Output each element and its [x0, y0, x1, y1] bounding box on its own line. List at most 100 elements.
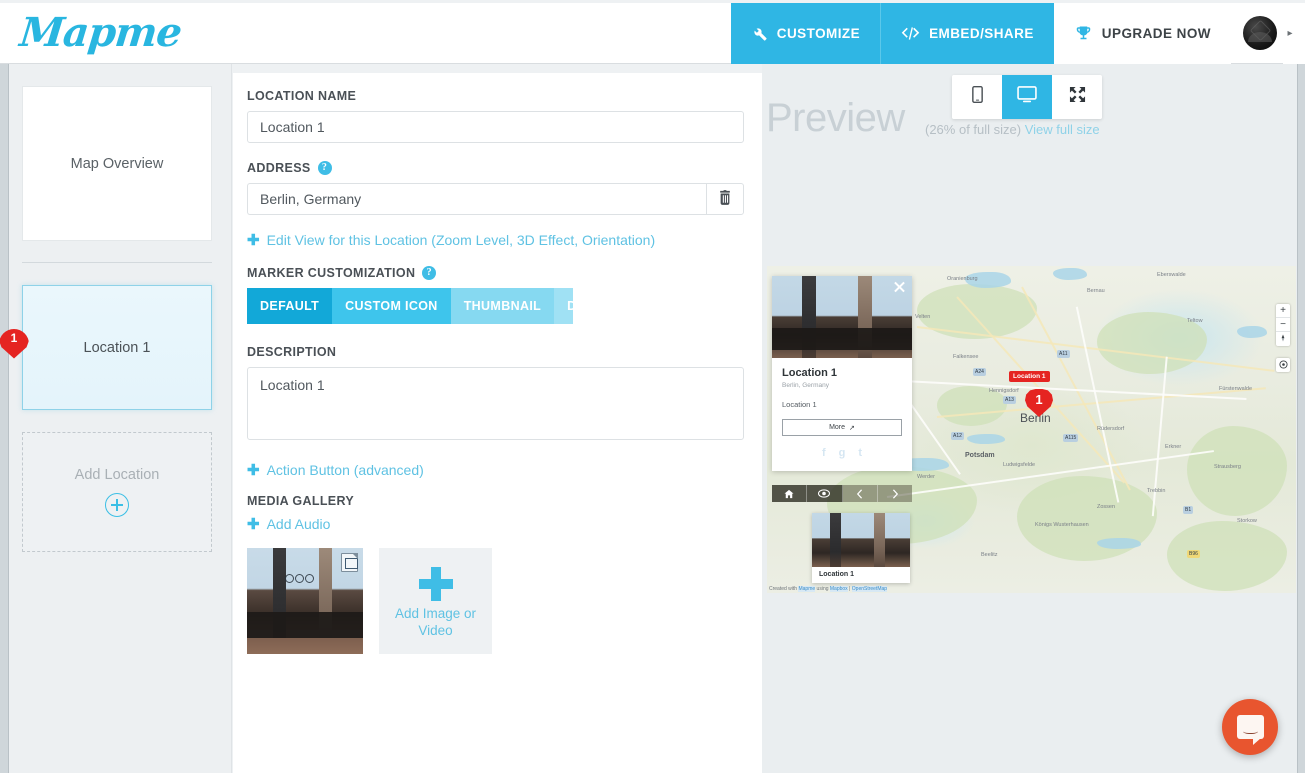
view-full-size-link[interactable]: View full size	[1025, 122, 1100, 137]
map-label: Werder	[917, 474, 935, 480]
media-thumbnail[interactable]	[247, 548, 363, 654]
media-gallery-label: MEDIA GALLERY	[247, 494, 745, 508]
visibility-button[interactable]	[807, 485, 843, 502]
map-label: Strausberg	[1214, 464, 1241, 470]
map-label: Oranienburg	[947, 276, 978, 282]
map-water	[1237, 326, 1267, 338]
address-help-icon[interactable]: ?	[317, 161, 332, 175]
popup-body: Location 1 Berlin, Germany Location 1 Mo…	[772, 358, 912, 471]
map-preview[interactable]: Berlin Potsdam Oranienburg Bernau Hennig…	[767, 266, 1296, 593]
prev-button[interactable]	[842, 485, 878, 502]
popup-description: Location 1	[782, 400, 817, 409]
desktop-icon	[1017, 86, 1037, 108]
eye-icon	[818, 489, 831, 498]
marker-help-icon[interactable]: ?	[422, 266, 437, 280]
action-button-link[interactable]: ✚ Action Button (advanced)	[247, 462, 745, 478]
map-popup-card[interactable]: Location 1 Berlin, Germany Location 1 Mo…	[772, 276, 912, 471]
map-marker-label: Location 1	[1009, 371, 1050, 382]
location-edit-form: LOCATION NAME ADDRESS ? ✚ Edit View for …	[233, 73, 762, 773]
attrib-mapme-link[interactable]: Mapme	[798, 586, 816, 592]
map-water	[1097, 538, 1141, 549]
geolocate-button[interactable]	[1276, 358, 1290, 372]
home-button[interactable]	[772, 485, 808, 502]
preview-scale-note: (26% of full size) View full size	[925, 122, 1100, 137]
map-canvas: Berlin Potsdam Oranienburg Bernau Hennig…	[767, 266, 1296, 593]
map-water	[967, 434, 1005, 444]
media-items-row: Add Image or Video	[247, 548, 745, 654]
map-attribution: Created with Mapme using Mapbox | OpenSt…	[769, 586, 888, 592]
embed-share-button[interactable]: EMBED/SHARE	[880, 3, 1054, 64]
logo[interactable]: Mapme	[0, 3, 184, 63]
popup-image	[772, 276, 912, 358]
right-scrollbar-rail[interactable]	[1297, 64, 1305, 773]
attrib-mapbox-link[interactable]: Mapbox	[829, 586, 848, 592]
smile-icon	[1242, 727, 1258, 734]
map-label: Hennigsdorf	[989, 388, 1019, 394]
tab-draw[interactable]: DRAW	[554, 288, 573, 324]
map-marker-number: 1	[1035, 392, 1043, 407]
address-label: ADDRESS ?	[247, 161, 745, 175]
next-button[interactable]	[877, 485, 912, 502]
map-zoom-controls: + −	[1276, 304, 1290, 346]
location-name-input[interactable]	[247, 111, 744, 143]
map-label: Königs Wusterhausen	[1035, 522, 1089, 528]
app-root: Mapme CUSTOMIZE EMBED/SHARE UPGRADE NOW …	[0, 0, 1305, 773]
add-image-or-video-button[interactable]: Add Image or Video	[379, 548, 492, 654]
popup-more-label: More	[829, 424, 846, 431]
sidebar-item-map-overview[interactable]: Map Overview	[22, 86, 212, 241]
upgrade-now-button[interactable]: UPGRADE NOW	[1053, 3, 1231, 64]
map-label: Teltow	[1187, 318, 1203, 324]
attrib-prefix: Created with	[769, 586, 798, 592]
attrib-separator: |	[849, 586, 851, 592]
popup-thumbnail-strip[interactable]: Location 1	[812, 513, 910, 583]
facebook-icon[interactable]: f	[822, 447, 826, 459]
view-mode-mobile[interactable]	[952, 75, 1002, 119]
customize-button[interactable]: CUSTOMIZE	[730, 3, 881, 64]
compass-icon	[1279, 333, 1287, 345]
olympic-rings-icon	[285, 574, 314, 583]
close-icon[interactable]	[893, 280, 906, 293]
location-pin-badge[interactable]: 1	[0, 328, 29, 367]
tab-custom-icon[interactable]: CUSTOM ICON	[332, 288, 451, 324]
delete-address-button[interactable]	[706, 183, 744, 215]
view-mode-desktop[interactable]	[1002, 75, 1052, 119]
tab-default[interactable]: DEFAULT	[247, 288, 333, 324]
avatar-container[interactable]	[1231, 3, 1283, 63]
map-label: Trebbin	[1147, 488, 1166, 494]
location-name-label-text: LOCATION NAME	[247, 89, 357, 103]
code-icon	[901, 26, 920, 41]
compass-button[interactable]	[1276, 332, 1290, 346]
zoom-out-button[interactable]: −	[1276, 318, 1290, 332]
left-collapse-rail[interactable]	[0, 64, 9, 773]
add-audio-link[interactable]: ✚ Add Audio	[247, 516, 745, 532]
edit-view-link[interactable]: ✚ Edit View for this Location (Zoom Leve…	[247, 232, 745, 248]
edit-view-link-text: Edit View for this Location (Zoom Level,…	[266, 232, 656, 248]
header-expand-caret[interactable]: ▸	[1283, 3, 1305, 64]
address-input[interactable]	[247, 183, 706, 215]
fullscreen-icon	[1069, 86, 1086, 108]
upgrade-now-label: UPGRADE NOW	[1101, 26, 1211, 41]
intercom-launcher[interactable]	[1222, 699, 1278, 755]
map-road-shield: A13	[1003, 396, 1016, 404]
thumb-building-base	[247, 612, 363, 638]
description-textarea[interactable]	[247, 367, 744, 440]
embed-share-label: EMBED/SHARE	[929, 26, 1034, 41]
attrib-osm-link[interactable]: OpenStreetMap	[851, 586, 888, 592]
add-location-button[interactable]: Add Location	[22, 432, 212, 552]
map-label: Eberswalde	[1157, 272, 1186, 278]
googleplus-icon[interactable]: g	[839, 447, 846, 459]
popup-more-button[interactable]: More ↗	[782, 419, 902, 436]
map-label: Falkensee	[953, 354, 979, 360]
popup-building-base	[772, 328, 912, 350]
view-mode-fullscreen[interactable]	[1052, 75, 1102, 119]
zoom-in-button[interactable]: +	[1276, 304, 1290, 318]
map-overview-label: Map Overview	[70, 155, 164, 172]
map-road-shield: A12	[951, 432, 964, 440]
avatar[interactable]	[1243, 16, 1277, 50]
map-marker-location-1[interactable]: Location 1 1	[1009, 371, 1053, 425]
sidebar-item-location-1[interactable]: Location 1	[22, 285, 212, 410]
sidebar-divider	[22, 262, 212, 263]
add-location-label: Add Location	[74, 467, 160, 483]
tab-thumbnail[interactable]: THUMBNAIL	[450, 288, 555, 324]
twitter-icon[interactable]: t	[858, 447, 862, 459]
